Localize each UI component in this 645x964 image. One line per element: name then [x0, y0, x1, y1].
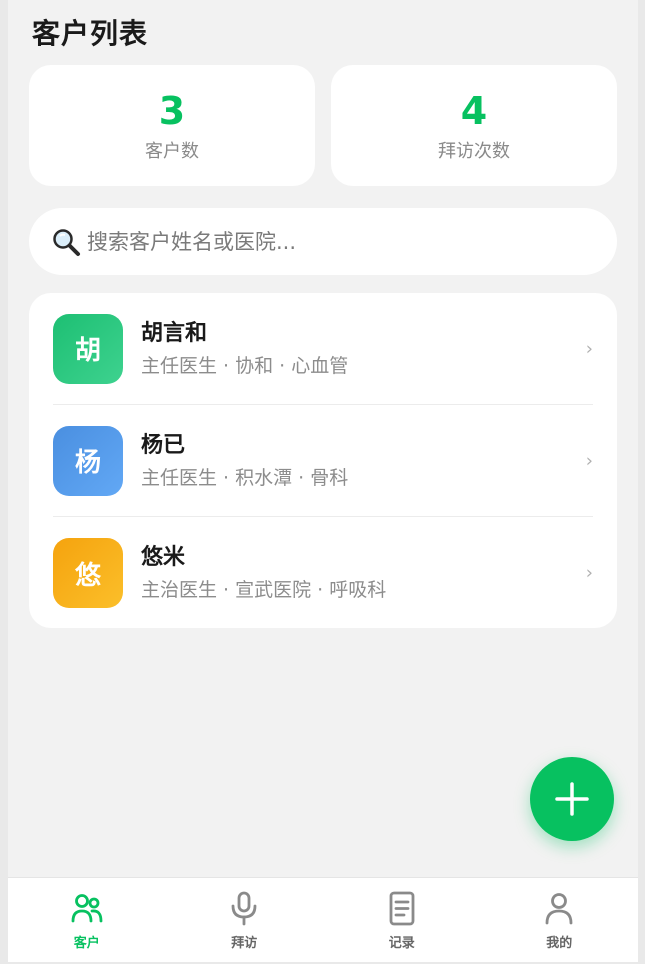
tab-customers[interactable]: 客户	[8, 878, 166, 962]
tab-profile[interactable]: 我的	[481, 878, 639, 962]
avatar: 悠	[53, 538, 123, 608]
customer-meta: 主任医生 · 积水潭 · 骨科	[141, 466, 349, 489]
stat-card-visits: 4 拜访次数	[331, 65, 617, 186]
stat-label: 客户数	[145, 140, 199, 162]
users-icon	[71, 894, 103, 923]
chevron-right-icon: ›	[585, 338, 593, 359]
customer-item[interactable]: 悠 悠米 主治医生 · 宣武医院 · 呼吸科 ›	[53, 517, 593, 629]
customer-name: 杨已	[141, 432, 186, 458]
stat-card-customers: 3 客户数	[29, 65, 315, 186]
customer-item[interactable]: 杨 杨已 主任医生 · 积水潭 · 骨科 ›	[53, 405, 593, 517]
stat-label: 拜访次数	[438, 140, 510, 162]
chevron-right-icon: ›	[585, 562, 593, 584]
tab-label: 客户	[73, 936, 100, 951]
microphone-icon	[231, 891, 257, 926]
customer-name: 悠米	[141, 545, 186, 570]
search-input[interactable]	[87, 229, 567, 254]
customer-name: 胡言和	[141, 320, 208, 346]
tab-label: 记录	[388, 936, 415, 951]
customer-info: 悠米 主治医生 · 宣武医院 · 呼吸科	[141, 543, 386, 603]
document-icon	[389, 891, 415, 926]
avatar: 胡	[53, 313, 123, 384]
tab-records[interactable]: 记录	[323, 878, 481, 962]
customer-meta: 主治医生 · 宣武医院 · 呼吸科	[141, 579, 387, 601]
tab-label: 拜访	[231, 936, 258, 951]
search-box[interactable]	[29, 208, 617, 275]
search-icon	[53, 228, 80, 256]
customer-list: 胡 胡言和 主任医生 · 协和 · 心血管 › 杨 杨已 主任医生 · 积水潭 …	[29, 293, 617, 628]
chevron-right-icon: ›	[585, 450, 593, 471]
customer-info: 杨已 主任医生 · 积水潭 · 骨科	[141, 431, 348, 491]
user-icon	[545, 893, 573, 925]
customer-item[interactable]: 胡 胡言和 主任医生 · 协和 · 心血管 ›	[53, 293, 593, 405]
app-screen: 客户列表 3 客户数 4 拜访次数 胡 胡言和 主任医生 · 协和 · 心血管 …	[8, 0, 638, 962]
avatar-initial: 杨	[74, 448, 101, 478]
avatar-initial: 悠	[74, 560, 101, 591]
avatar-initial: 胡	[74, 336, 101, 366]
avatar: 杨	[53, 425, 123, 496]
bottom-tab-bar: 客户 拜访 记录 我的	[8, 877, 638, 962]
add-customer-button[interactable]	[530, 757, 614, 841]
stat-value: 4	[460, 88, 488, 133]
customer-info: 胡言和 主任医生 · 协和 · 心血管	[141, 319, 348, 379]
customer-meta: 主任医生 · 协和 · 心血管	[141, 354, 349, 377]
plus-icon	[555, 782, 589, 816]
page-title: 客户列表	[32, 17, 149, 50]
tab-label: 我的	[546, 936, 573, 951]
stat-value: 3	[158, 88, 186, 133]
tab-visits[interactable]: 拜访	[166, 878, 324, 962]
